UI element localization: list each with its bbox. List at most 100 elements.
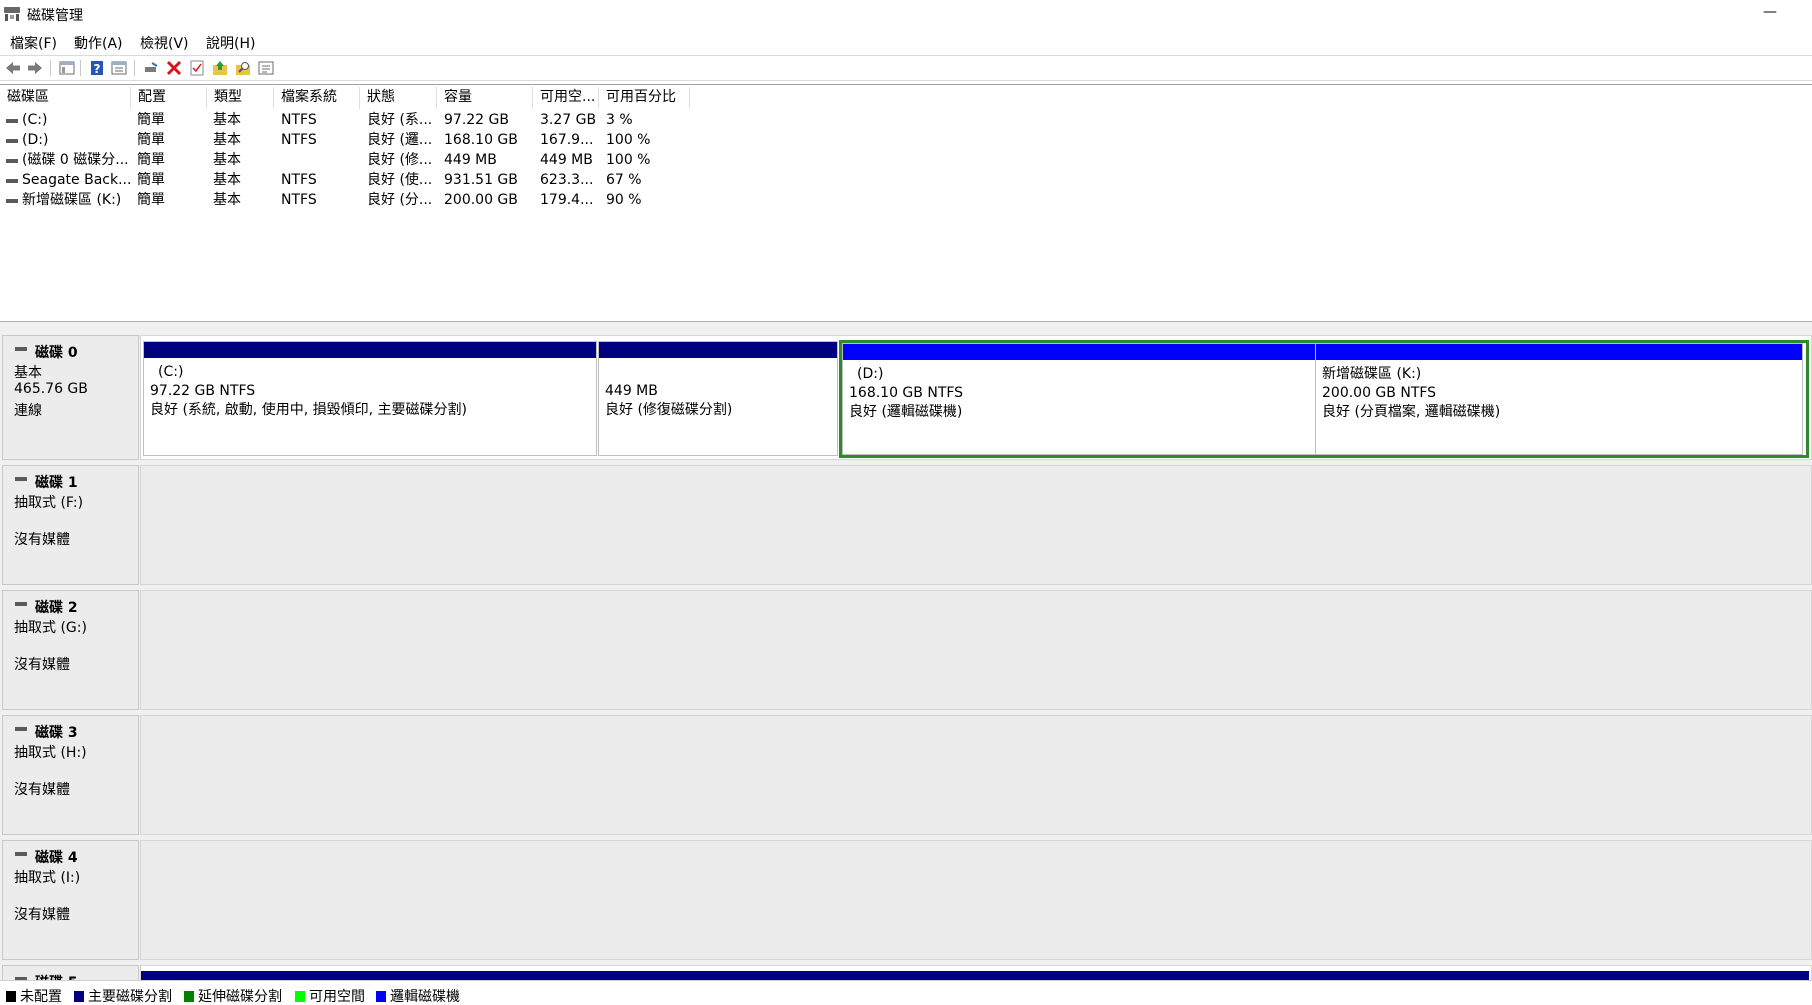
- cell-percent-free: 100 %: [606, 152, 651, 168]
- cell-file-system: NTFS: [281, 192, 317, 208]
- disk-label-2[interactable]: 磁碟 2 抽取式 (G:) 沒有媒體: [2, 590, 139, 710]
- volume-row-c[interactable]: (C:) 簡單 基本 NTFS 良好 (系... 97.22 GB 3.27 G…: [0, 110, 1812, 130]
- legend-label: 延伸磁碟分割: [198, 989, 282, 1005]
- cell-percent-free: 100 %: [606, 132, 651, 148]
- cell-type: 基本: [213, 152, 241, 168]
- disk-row-3: 磁碟 3 抽取式 (H:) 沒有媒體: [0, 715, 1812, 835]
- cell-layout: 簡單: [137, 172, 165, 188]
- cell-free-space: 3.27 GB: [540, 112, 597, 128]
- partition-k[interactable]: 新增磁碟區 (K:) 200.00 GB NTFS 良好 (分頁檔案, 邏輯磁碟…: [1315, 343, 1803, 455]
- volume-icon: [6, 139, 18, 143]
- help-icon[interactable]: ?: [88, 59, 106, 77]
- column-capacity[interactable]: 容量: [437, 87, 533, 109]
- partition-name: 新增磁碟區 (K:): [1322, 366, 1422, 382]
- extended-partition-k: 新增磁碟區 (K:) 200.00 GB NTFS 良好 (分頁檔案, 邏輯磁碟…: [1315, 340, 1809, 458]
- menu-bar: 檔案(F) 動作(A) 檢視(V) 說明(H): [0, 30, 1812, 54]
- cell-type: 基本: [213, 172, 241, 188]
- partition-status: 良好 (分頁檔案, 邏輯磁碟機): [1322, 404, 1501, 420]
- disk-label-5[interactable]: 磁碟 5: [2, 965, 139, 980]
- cell-capacity: 168.10 GB: [444, 132, 518, 148]
- svg-text:?: ?: [94, 62, 101, 76]
- disk-type: 基本: [14, 365, 42, 381]
- column-layout[interactable]: 配置: [131, 87, 207, 109]
- disk-media: 沒有媒體: [14, 532, 70, 548]
- console-tree-icon[interactable]: [58, 59, 76, 77]
- column-percent-free[interactable]: 可用百分比: [599, 87, 690, 109]
- cell-free-space: 179.4...: [540, 192, 594, 208]
- delete-icon[interactable]: [165, 59, 183, 77]
- back-icon[interactable]: [4, 59, 22, 77]
- disk-icon: [15, 347, 27, 351]
- partition-size-fs: 449 MB: [605, 383, 658, 399]
- disk-4-area: [140, 840, 1812, 960]
- legend-label: 可用空間: [309, 989, 365, 1005]
- partition-d[interactable]: (D:) 168.10 GB NTFS 良好 (邏輯磁碟機): [842, 343, 1320, 455]
- legend-free-space: 可用空間: [295, 986, 365, 1005]
- column-type[interactable]: 類型: [207, 87, 274, 109]
- toolbar: ?: [0, 56, 1812, 80]
- legend-label: 邏輯磁碟機: [390, 989, 460, 1005]
- menu-file[interactable]: 檔案(F): [10, 33, 57, 53]
- column-status[interactable]: 狀態: [360, 87, 437, 109]
- disk-management-app-icon: [4, 7, 20, 21]
- logical-drive-bar: [843, 344, 1319, 360]
- cell-percent-free: 90 %: [606, 192, 642, 208]
- column-free-space[interactable]: 可用空...: [533, 87, 599, 109]
- legend-unallocated: 未配置: [6, 986, 62, 1005]
- legend-swatch: [184, 991, 194, 1002]
- disk-label-4[interactable]: 磁碟 4 抽取式 (I:) 沒有媒體: [2, 840, 139, 960]
- cell-layout: 簡單: [137, 192, 165, 208]
- volume-row-recovery[interactable]: (磁碟 0 磁碟分... 簡單 基本 良好 (修... 449 MB 449 M…: [0, 150, 1812, 170]
- properties-list-icon[interactable]: [110, 59, 128, 77]
- pane-splitter[interactable]: [0, 322, 1812, 330]
- volume-row-seagate[interactable]: Seagate Back... 簡單 基本 NTFS 良好 (使... 931.…: [0, 170, 1812, 190]
- disk-1-area: [140, 465, 1812, 585]
- details-icon[interactable]: [257, 59, 275, 77]
- check-icon[interactable]: [188, 59, 206, 77]
- forward-icon[interactable]: [26, 59, 44, 77]
- disk-icon: [15, 477, 27, 481]
- disk-row-5: 磁碟 5: [0, 965, 1812, 980]
- cell-capacity: 97.22 GB: [444, 112, 509, 128]
- column-file-system[interactable]: 檔案系統: [274, 87, 360, 109]
- legend: 未配置 主要磁碟分割 延伸磁碟分割 可用空間 邏輯磁碟機: [0, 980, 1812, 1005]
- cell-free-space: 167.9...: [540, 132, 594, 148]
- legend-label: 主要磁碟分割: [88, 989, 172, 1005]
- partition-name: [605, 363, 732, 382]
- partition-size-fs: 97.22 GB NTFS: [150, 383, 256, 399]
- connect-icon[interactable]: [142, 59, 160, 77]
- legend-swatch: [376, 991, 386, 1002]
- cell-status: 良好 (分...: [367, 192, 433, 208]
- volume-list: 磁碟區 配置 類型 檔案系統 狀態 容量 可用空... 可用百分比 (C:) 簡…: [0, 84, 1812, 322]
- volume-row-d[interactable]: (D:) 簡單 基本 NTFS 良好 (邏... 168.10 GB 167.9…: [0, 130, 1812, 150]
- cell-type: 基本: [213, 132, 241, 148]
- disk-name: 磁碟 0: [35, 345, 78, 361]
- disk-type: 抽取式 (H:): [14, 745, 87, 761]
- cell-capacity: 200.00 GB: [444, 192, 518, 208]
- volume-row-k[interactable]: 新增磁碟區 (K:) 簡單 基本 NTFS 良好 (分... 200.00 GB…: [0, 190, 1812, 210]
- column-volume[interactable]: 磁碟區: [0, 87, 131, 109]
- primary-partition-bar: [599, 342, 837, 358]
- disk-label-3[interactable]: 磁碟 3 抽取式 (H:) 沒有媒體: [2, 715, 139, 835]
- disk-label-1[interactable]: 磁碟 1 抽取式 (F:) 沒有媒體: [2, 465, 139, 585]
- minimize-button[interactable]: —: [1756, 5, 1784, 24]
- cell-free-space: 449 MB: [540, 152, 593, 168]
- title-bar: 磁碟管理 —: [0, 0, 1812, 28]
- folder-up-icon[interactable]: [211, 59, 229, 77]
- partition-c[interactable]: (C:) 97.22 GB NTFS 良好 (系統, 啟動, 使用中, 損毀傾印…: [143, 341, 597, 456]
- menu-action[interactable]: 動作(A): [74, 33, 123, 53]
- menu-help[interactable]: 說明(H): [206, 33, 255, 53]
- menu-view[interactable]: 檢視(V): [140, 33, 189, 53]
- primary-partition-bar: [144, 342, 596, 358]
- partition-name: (C:): [158, 364, 184, 380]
- cell-status: 良好 (系...: [367, 112, 433, 128]
- search-folder-icon[interactable]: [234, 59, 252, 77]
- disk-label-0[interactable]: 磁碟 0 基本 465.76 GB 連線: [2, 335, 139, 460]
- primary-partition-bar: [141, 971, 1809, 980]
- cell-volume: 新增磁碟區 (K:): [22, 192, 122, 208]
- cell-percent-free: 67 %: [606, 172, 642, 188]
- partition-recovery[interactable]: 449 MB 良好 (修復磁碟分割): [598, 341, 838, 456]
- logical-drive-bar: [1316, 344, 1802, 360]
- legend-label: 未配置: [20, 989, 62, 1005]
- disk-row-2: 磁碟 2 抽取式 (G:) 沒有媒體: [0, 590, 1812, 710]
